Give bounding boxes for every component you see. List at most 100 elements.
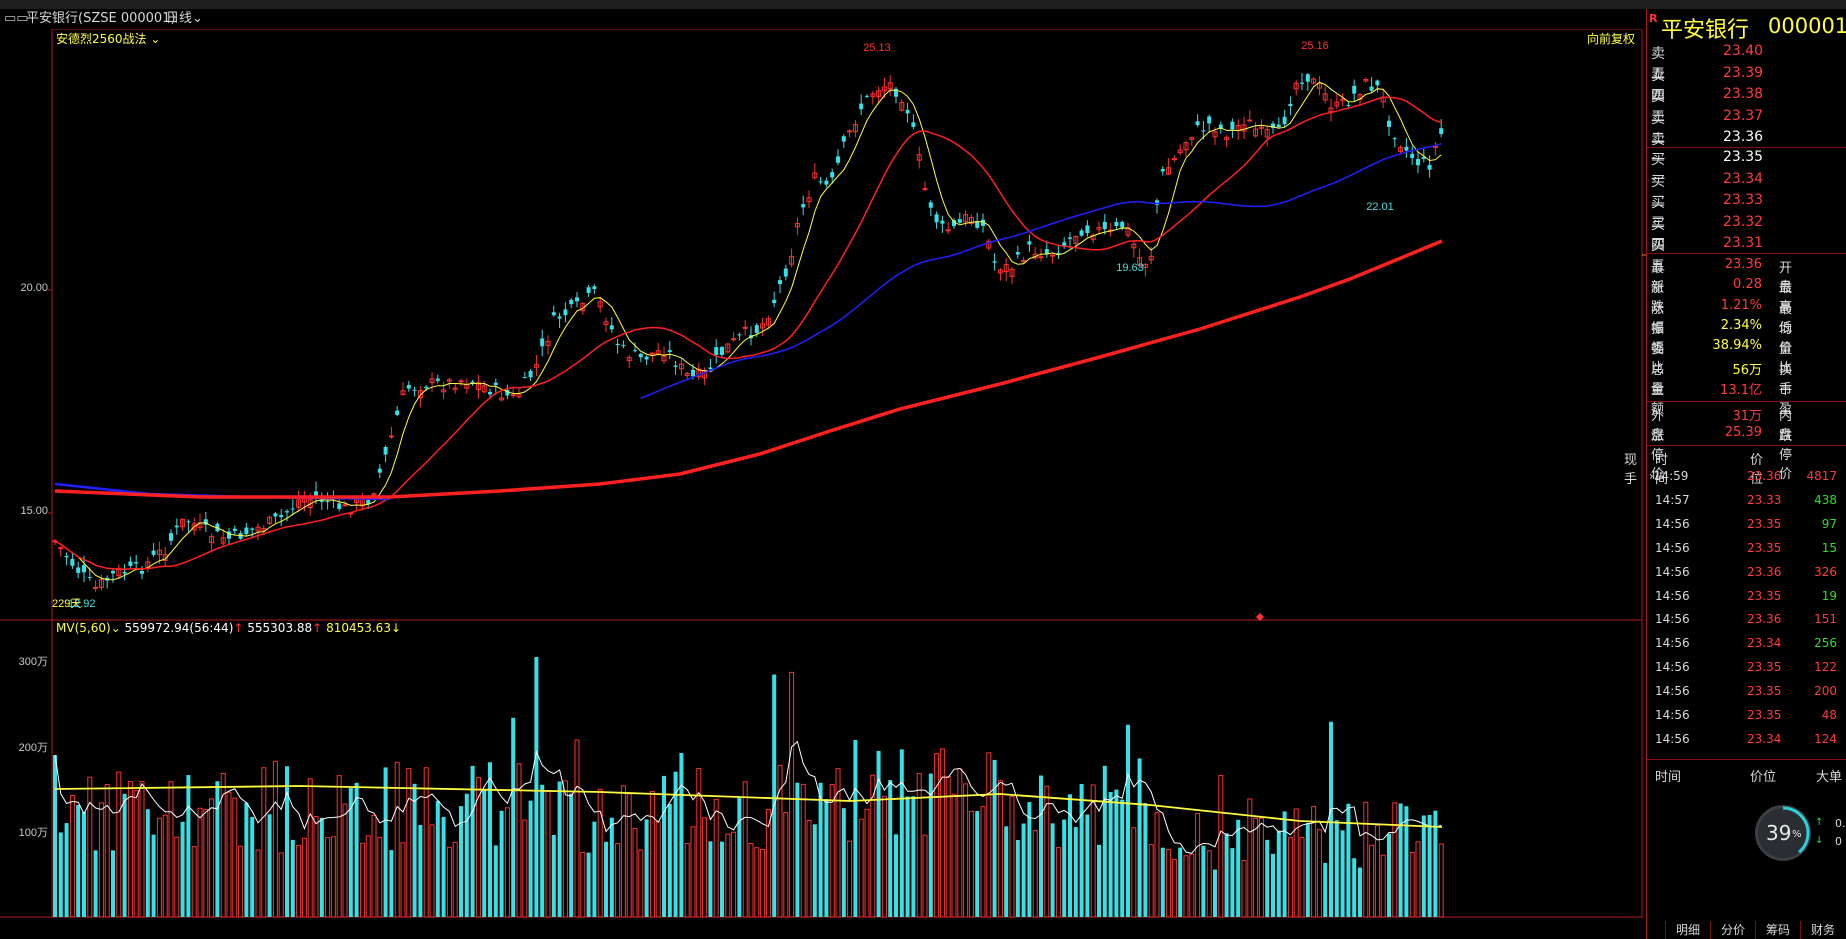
candle-body: [569, 300, 574, 305]
tick-row[interactable]: 14:56 23.35 97: [1647, 517, 1846, 537]
tick-time: 14:56: [1655, 708, 1690, 722]
volume-bar: [772, 674, 777, 917]
candle-body: [128, 561, 133, 566]
candle-body: [836, 156, 840, 163]
volume-bar: [597, 788, 603, 918]
candle-body: [1195, 121, 1200, 126]
tick-row[interactable]: 14:56 23.35 122: [1647, 660, 1846, 680]
tick-row[interactable]: 14:56 23.34 256: [1647, 636, 1846, 656]
volume-bar: [1329, 721, 1333, 917]
tab-3[interactable]: 财务: [1800, 921, 1845, 939]
volume-bar: [285, 766, 289, 917]
volume-bar: [53, 755, 57, 917]
volume-bar: [534, 657, 539, 917]
candle-body: [841, 136, 846, 142]
volume-bar: [412, 783, 417, 917]
adjust-mode[interactable]: 向前复权: [1587, 30, 1635, 47]
volume-bar: [64, 823, 69, 917]
tick-row[interactable]: 14:56 23.35 19: [1647, 589, 1846, 609]
volume-bar: [939, 748, 945, 918]
volume-bar: [406, 768, 412, 918]
candle-body: [778, 280, 782, 285]
candle-body: [714, 347, 719, 355]
candle-body: [279, 514, 284, 517]
volume-bar: [296, 845, 302, 918]
indicator-label: 安德烈2560战法: [56, 32, 147, 46]
candle-body: [1305, 74, 1310, 82]
gauge-r1: 0.: [1835, 817, 1846, 830]
volume-bar: [1282, 811, 1287, 917]
volume-bar: [1409, 851, 1415, 918]
volume-bar: [1387, 833, 1391, 917]
tick-row[interactable]: 14:56 23.34 124: [1647, 732, 1846, 752]
volume-bar: [853, 740, 858, 917]
volume-bar: [1085, 814, 1090, 917]
kline-chart-area[interactable]: 20.0015.00300万200万100万2020/08/032020/10/…: [0, 28, 1646, 939]
candle-body: [754, 325, 759, 333]
tick-row[interactable]: 14:56 23.36 326: [1647, 565, 1846, 585]
window-menu-icon[interactable]: ▭▭: [4, 9, 29, 29]
candle-body: [633, 350, 637, 352]
tick-row[interactable]: 14:57 23.33 438: [1647, 493, 1846, 513]
candle-body: [1068, 237, 1072, 239]
tab-2[interactable]: 筹码: [1755, 921, 1800, 939]
low-label-1: 19.63: [1116, 262, 1144, 274]
gauge-down-icon: ↓: [1815, 835, 1824, 846]
candle-body: [1230, 121, 1235, 130]
volume-bar: [1323, 862, 1328, 917]
gauge-up-icon: ↑: [1815, 817, 1824, 828]
candle-body: [847, 130, 853, 133]
volume-bar: [1276, 830, 1281, 917]
volume-bar: [1055, 847, 1061, 918]
tick-row[interactable]: 14:56 23.35 15: [1647, 541, 1846, 561]
tick-row[interactable]: 14:56 23.35 200: [1647, 684, 1846, 704]
candle-body: [801, 204, 806, 208]
stat-row-value: 0.28: [1733, 277, 1762, 293]
volume-bar: [475, 777, 481, 918]
stat-row-value: 31万: [1732, 409, 1762, 424]
volume-bar: [400, 842, 406, 918]
period-select[interactable]: 日线⌄: [166, 9, 203, 29]
volume-bar: [186, 775, 191, 917]
volume-bar: [127, 781, 133, 918]
volume-bar: [151, 834, 156, 917]
candle-body: [325, 501, 330, 503]
candle-body: [1387, 120, 1391, 127]
tab-0[interactable]: 明细: [1665, 921, 1710, 939]
volume-bar: [528, 800, 533, 917]
volume-bar: [551, 834, 556, 917]
candle-body: [708, 367, 713, 370]
volume-bar: [1363, 801, 1369, 918]
tick-price: 23.35: [1747, 708, 1782, 722]
stock-name: 平安银行: [1661, 18, 1750, 43]
candle-body: [424, 386, 429, 389]
candle-body: [859, 103, 864, 110]
tab-1[interactable]: 分价: [1710, 921, 1755, 939]
volume-bar: [592, 821, 597, 917]
candle-body: [1439, 128, 1444, 135]
volume-bar: [58, 832, 63, 917]
volume-indicator-name[interactable]: MV(5,60): [56, 621, 111, 635]
r-badge: R: [1649, 12, 1658, 25]
volume-bar: [922, 834, 928, 918]
candle-body: [1410, 153, 1415, 159]
candle-body: [111, 571, 115, 574]
chevron-down-icon: ⌄: [146, 32, 161, 46]
candle-body: [865, 95, 869, 97]
volume-bar: [1369, 844, 1375, 918]
candle-body: [940, 220, 945, 224]
tick-row[interactable]: 14:56 23.36 151: [1647, 612, 1846, 632]
candle-body: [1392, 138, 1397, 140]
candle-body: [638, 353, 643, 358]
candle-body: [1346, 104, 1351, 106]
volume-bar: [911, 796, 916, 917]
indicator-select[interactable]: 安德烈2560战法 ⌄: [56, 30, 160, 47]
big-col-vol: 大单: [1816, 770, 1843, 785]
candle-body: [609, 325, 614, 330]
volume-bar: [1415, 841, 1421, 918]
tick-row[interactable]: 14:56 23.35 48: [1647, 708, 1846, 728]
candle-body: [1050, 254, 1056, 257]
candle-body: [1288, 103, 1293, 107]
volume-bar: [748, 843, 754, 918]
tick-row[interactable]: ›14:59 23.36 4817: [1647, 469, 1846, 489]
